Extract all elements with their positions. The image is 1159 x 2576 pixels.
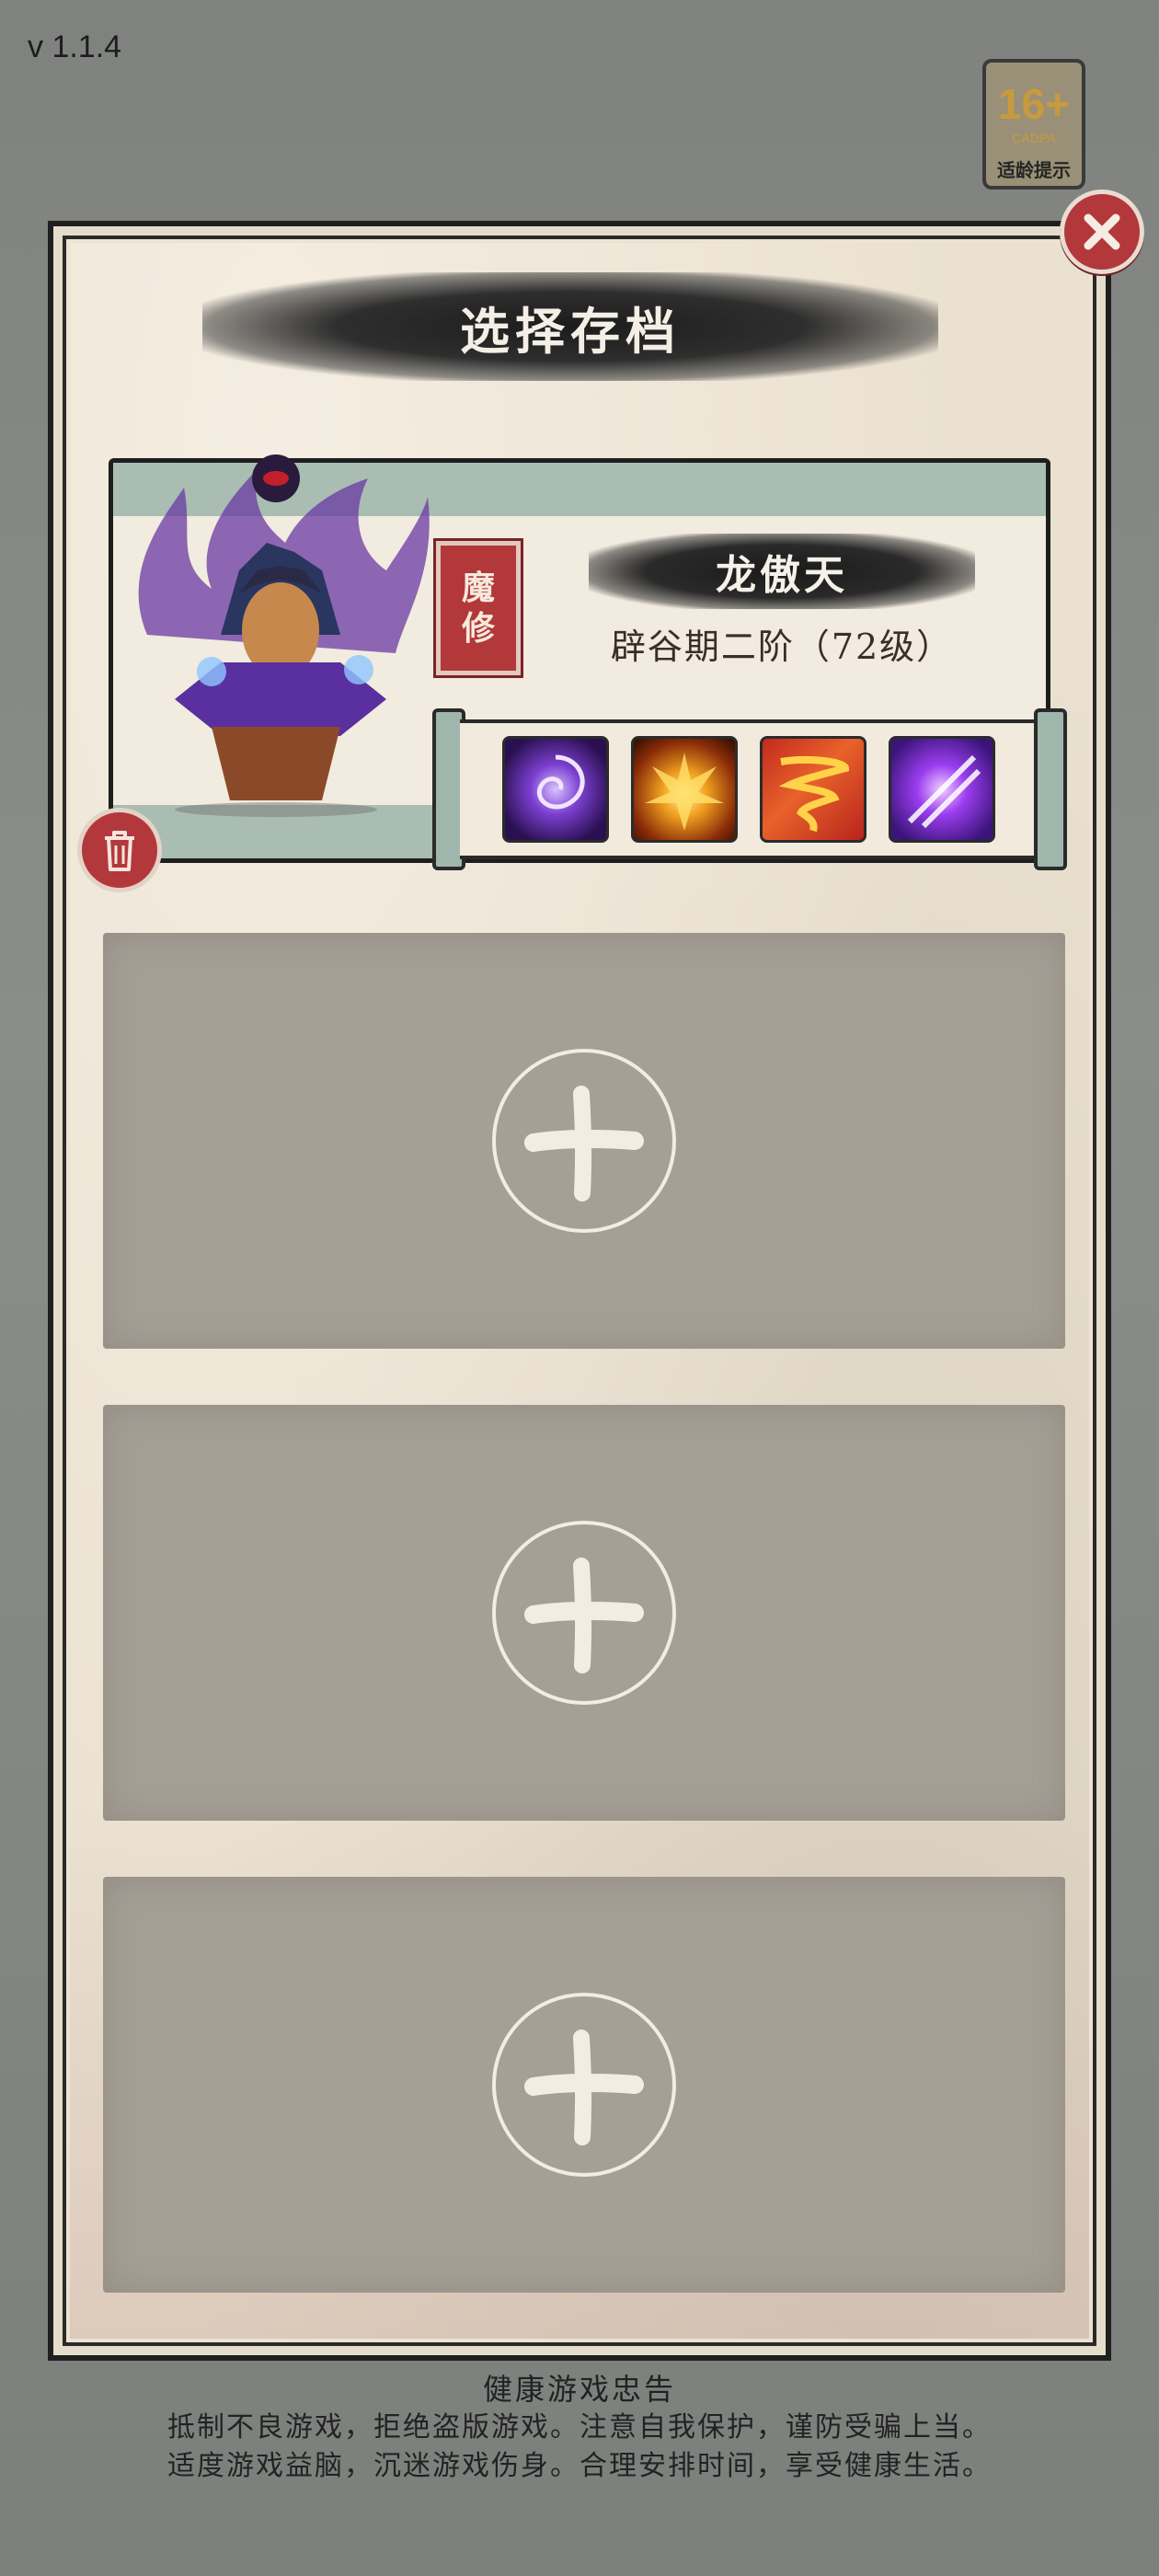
empty-save-slot-2[interactable] [103,933,1065,1349]
scroll-rod-right [1034,708,1067,870]
skill-scroll [432,708,1067,870]
plus-icon [492,1049,676,1233]
close-button[interactable] [1060,190,1144,274]
trash-icon [105,831,134,871]
empty-save-slot-4[interactable] [103,1877,1065,2293]
fire-tornado-skill-icon[interactable] [760,736,866,843]
arcane-slash-skill-icon[interactable] [889,736,995,843]
age-rating-org: CADPA [1012,131,1056,145]
dialog-title: 选择存档 [460,301,681,361]
character-avatar [138,454,430,817]
health-notice-title: 健康游戏忠告 [482,2372,676,2407]
age-rating-label: 适龄提示 [997,159,1071,181]
plus-icon [492,1521,676,1705]
age-rating-number: 16+ [997,80,1071,128]
empty-save-slot-3[interactable] [103,1405,1065,1821]
health-notice: 健康游戏忠告 抵制不良游戏，拒绝盗版游戏。注意自我保护，谨防受骗上当。 适度游戏… [0,2370,1159,2486]
class-seal: 魔 修 [436,541,521,675]
version-label: v 1.1.4 [28,29,122,64]
delete-save-button[interactable] [77,808,162,892]
dialog-title-banner: 选择存档 [202,272,938,381]
character-name: 龙傲天 [716,552,848,599]
close-icon [1084,213,1120,250]
character-name-banner: 龙傲天 [589,534,975,609]
class-seal-char-1: 魔 [461,569,495,607]
health-notice-line-1: 抵制不良游戏，拒绝盗版游戏。注意自我保护，谨防受骗上当。 [167,2411,992,2444]
plus-icon [492,1993,676,2177]
class-seal-char-2: 修 [461,609,495,648]
health-notice-line-2: 适度游戏益脑，沉迷游戏伤身。合理安排时间，享受健康生活。 [167,2450,992,2482]
age-rating-badge[interactable]: 16+ CADPA 适龄提示 [982,59,1085,190]
flame-burst-skill-icon[interactable] [631,736,738,843]
character-realm: 辟谷期二阶（72级） [610,627,954,667]
purple-vortex-skill-icon[interactable] [502,736,609,843]
